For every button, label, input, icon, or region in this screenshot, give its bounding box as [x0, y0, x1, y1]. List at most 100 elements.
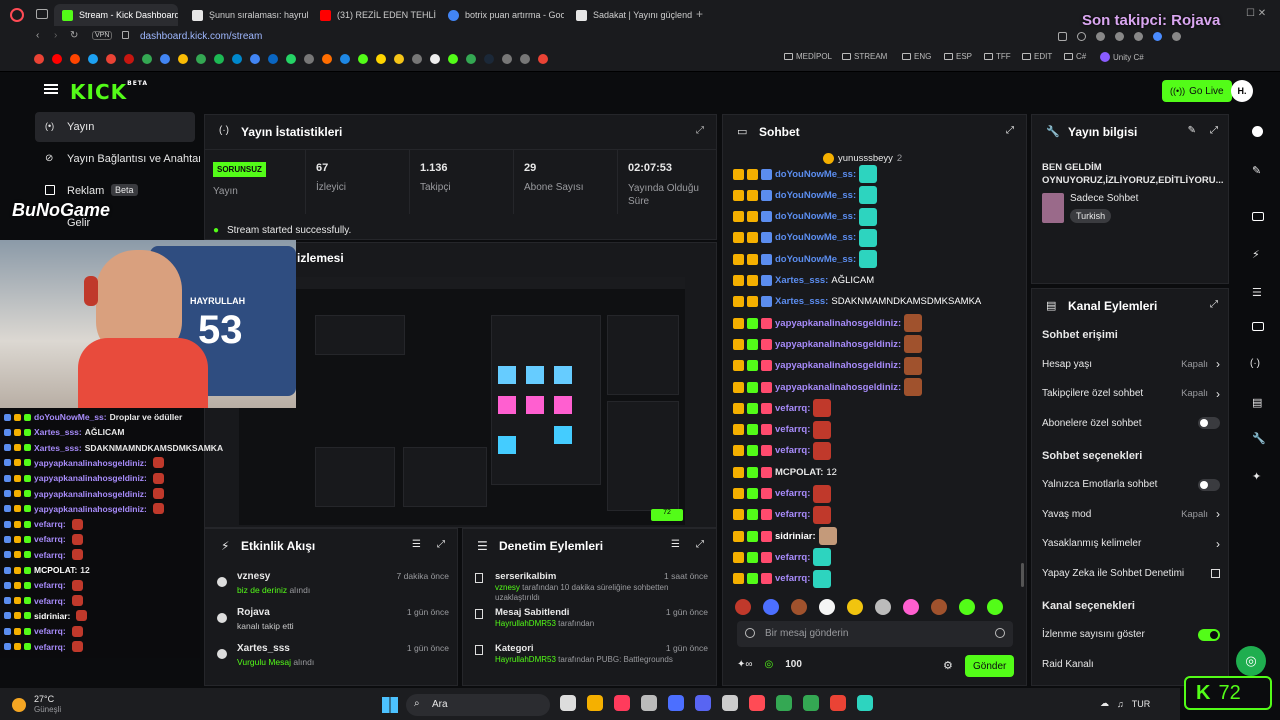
taskbar-app-icon[interactable]	[587, 695, 603, 711]
pencil-icon[interactable]: ✎	[1252, 164, 1261, 177]
bookmark-stream[interactable]: STREAM	[842, 52, 887, 61]
filter-icon[interactable]: ☰	[671, 539, 680, 550]
bookmark-eng[interactable]: ENG	[902, 52, 931, 61]
emote-picker-icon[interactable]	[819, 599, 835, 615]
profile-icon[interactable]	[1153, 32, 1162, 41]
bookmark-favicon-icon[interactable]	[340, 54, 350, 64]
row-control[interactable]	[1198, 417, 1220, 429]
taskbar-app-icon[interactable]	[830, 695, 846, 711]
row-control[interactable]: Kapalı ›	[1181, 507, 1220, 521]
bookmark-favicon-icon[interactable]	[178, 54, 188, 64]
bookmark-favicon-icon[interactable]	[376, 54, 386, 64]
activity-item[interactable]: vznesy biz de deriniz alındı 7 dakika önce	[215, 571, 449, 603]
tab-google[interactable]: botrix puan artırma - Goog...	[440, 4, 564, 26]
chat-username[interactable]: doYouNowMe_ss:	[775, 190, 856, 201]
bookmark-favicon-icon[interactable]	[322, 54, 332, 64]
bookmark-favicon-icon[interactable]	[448, 54, 458, 64]
bookmark-favicon-icon[interactable]	[430, 54, 440, 64]
chat-username[interactable]: yapyapkanalinahosgeldiniz:	[775, 360, 901, 371]
emote-picker-icon[interactable]	[931, 599, 947, 615]
taskbar-app-icon[interactable]	[668, 695, 684, 711]
tab-sadakat[interactable]: Sadakat | Yayını güçlendi...	[568, 4, 692, 26]
taskbar-app-icon[interactable]	[722, 695, 738, 711]
chat-username[interactable]: doYouNowMe_ss:	[775, 232, 856, 243]
bookmark-favicon-icon[interactable]	[484, 54, 494, 64]
channel-action-row[interactable]: İzlenme sayısını göster	[1042, 628, 1220, 642]
shield-icon[interactable]	[1096, 32, 1105, 41]
chat-username[interactable]: Xartes_sss:	[775, 296, 828, 307]
expand-icon[interactable]: ⤢	[696, 125, 704, 136]
tab-sorting[interactable]: Şunun sıralaması: hayrulla...	[184, 4, 308, 26]
channel-action-row[interactable]: Yavaş mod Kapalı ›	[1042, 507, 1220, 521]
nav-item-reklam[interactable]: Reklam Beta	[35, 182, 195, 202]
avatar[interactable]: H.	[1231, 80, 1253, 102]
chat-username[interactable]: vefarrq:	[775, 488, 810, 499]
chat-username[interactable]: doYouNowMe_ss:	[775, 254, 856, 265]
window-controls[interactable]: ☐ ✕	[1246, 8, 1266, 19]
bookmark-edit[interactable]: EDIT	[1022, 52, 1052, 61]
go-live-button[interactable]: ((•)) Go Live	[1162, 80, 1232, 102]
row-control[interactable]	[1198, 478, 1220, 491]
pinned-user[interactable]: yunusssbeyy 2	[823, 153, 902, 164]
bookmark-favicon-icon[interactable]	[196, 54, 206, 64]
broadcast-icon[interactable]: (·)	[1250, 358, 1260, 369]
channel-action-row[interactable]: Yapay Zeka ile Sohbet Denetimi	[1042, 566, 1220, 580]
bookmark-favicon-icon[interactable]	[268, 54, 278, 64]
url-field[interactable]: dashboard.kick.com/stream	[140, 31, 262, 42]
activity-item[interactable]: Rojava kanalı takip etti 1 gün önce	[215, 607, 449, 639]
emote-picker-icon[interactable]	[903, 599, 919, 615]
chat-username[interactable]: vefarrq:	[775, 509, 810, 520]
row-control[interactable]: Kapalı ›	[1181, 387, 1220, 401]
chat-username[interactable]: vefarrq:	[775, 403, 810, 414]
stats-icon[interactable]	[1252, 212, 1264, 221]
info-icon[interactable]	[1252, 126, 1263, 137]
language-indicator[interactable]: TUR	[1132, 699, 1151, 709]
list-icon[interactable]: ☰	[1252, 286, 1262, 299]
tab-overview-icon[interactable]	[36, 9, 48, 19]
bookmark-esp[interactable]: ESP	[944, 52, 972, 61]
bookmark-favicon-icon[interactable]	[502, 54, 512, 64]
moderation-item[interactable]: serserikalbim vznesy tarafından 10 dakika…	[473, 571, 708, 605]
expand-icon[interactable]: ⤢	[1006, 125, 1014, 136]
nav-item-yayin[interactable]: (•) Yayın	[35, 112, 195, 142]
bookmark-favicon-icon[interactable]	[358, 54, 368, 64]
bookmark-favicon-icon[interactable]	[124, 54, 134, 64]
bookmark-favicon-icon[interactable]	[466, 54, 476, 64]
chat-username[interactable]: Xartes_sss:	[775, 275, 828, 286]
heart-icon[interactable]	[1134, 32, 1143, 41]
channel-action-row[interactable]: Yalnızca Emotlarla sohbet	[1042, 478, 1220, 492]
chat-username[interactable]: vefarrq:	[775, 445, 810, 456]
windows-start-icon[interactable]	[382, 697, 398, 713]
bookmark-favicon-icon[interactable]	[520, 54, 530, 64]
download-icon[interactable]	[1115, 32, 1124, 41]
forward-icon[interactable]: ›	[54, 30, 57, 41]
bookmark-favicon-icon[interactable]	[52, 54, 62, 64]
expand-icon[interactable]: ⤢	[696, 539, 704, 550]
bookmark-favicon-icon[interactable]	[232, 54, 242, 64]
server-icon[interactable]: ▤	[1252, 396, 1262, 409]
chat-input[interactable]: Bir mesaj gönderin	[737, 621, 1013, 647]
taskbar-app-icon[interactable]	[857, 695, 873, 711]
emote-picker-icon[interactable]	[735, 599, 751, 615]
bookmark-favicon-icon[interactable]	[214, 54, 224, 64]
channel-action-row[interactable]: Raid Kanalı	[1042, 657, 1220, 671]
expand-icon[interactable]: ⤢	[437, 539, 445, 550]
emote-picker-icon[interactable]	[791, 599, 807, 615]
chat-username[interactable]: yapyapkanalinahosgeldiniz:	[775, 318, 901, 329]
bookmark-favicon-icon[interactable]	[304, 54, 314, 64]
chat-username[interactable]: vefarrq:	[775, 552, 810, 563]
vpn-badge[interactable]: VPN	[92, 31, 113, 40]
nav-item-stream-key[interactable]: ⊘ Yayın Bağlantısı ve Anahtarı	[35, 150, 200, 170]
new-tab-icon[interactable]: +	[696, 7, 703, 21]
bookmark-csharp[interactable]: C#	[1064, 52, 1086, 61]
hamburger-menu-icon[interactable]	[44, 84, 58, 86]
support-icon[interactable]: ◎	[1236, 646, 1266, 676]
taskbar-search[interactable]: ⌕ Ara	[406, 694, 550, 716]
edit-icon[interactable]: ✎	[1188, 125, 1196, 136]
toggle-switch[interactable]	[1198, 417, 1220, 429]
emoji-icon[interactable]	[745, 628, 755, 638]
bookmark-unity-csharp[interactable]: Unity C#	[1100, 52, 1144, 62]
gear-icon[interactable]: ⚙	[943, 659, 953, 672]
emote-picker-icon[interactable]	[959, 599, 975, 615]
lightning-icon[interactable]: ⚡	[1252, 248, 1260, 261]
